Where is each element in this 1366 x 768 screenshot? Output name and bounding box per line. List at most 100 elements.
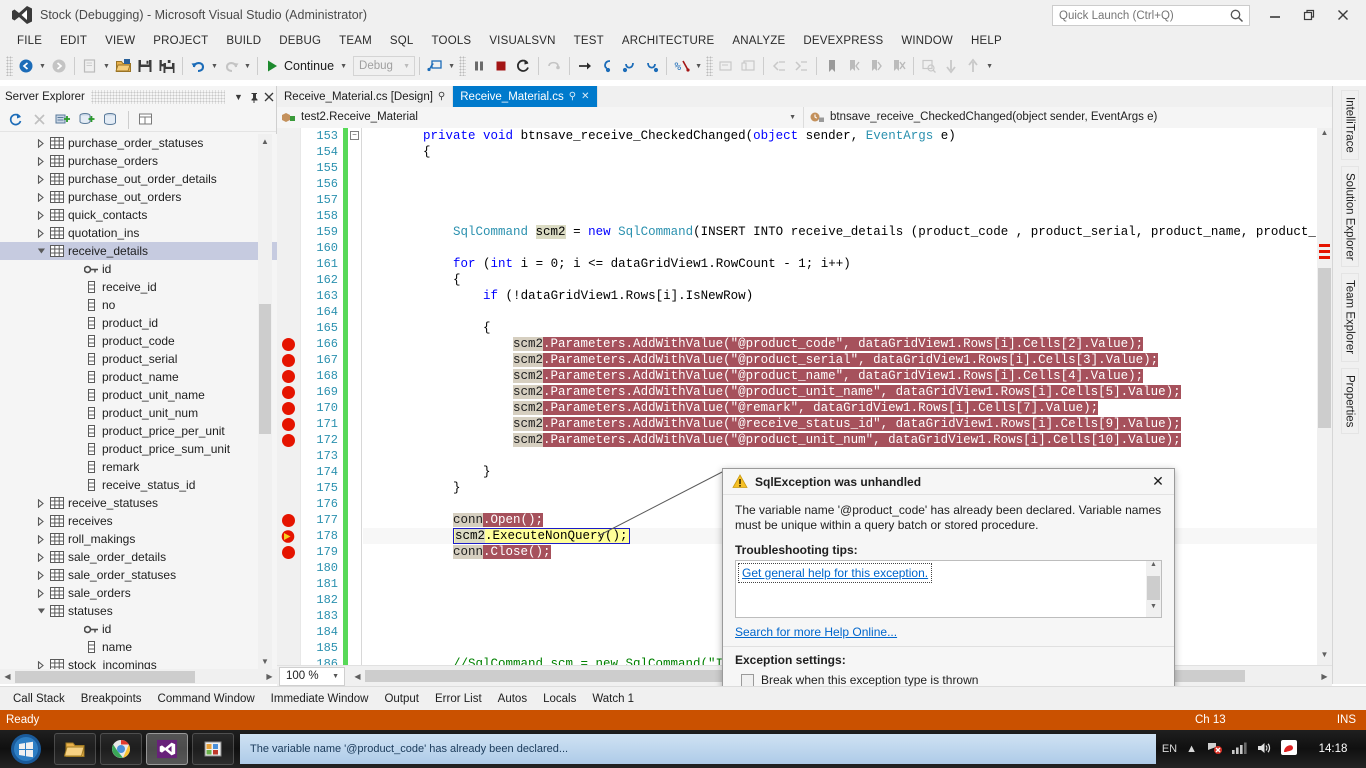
tray-language[interactable]: EN	[1162, 743, 1177, 755]
network-icon[interactable]	[1206, 741, 1222, 758]
type-dropdown[interactable]: test2.Receive_Material ▼	[277, 107, 804, 128]
tree-item[interactable]: purchase_orders	[0, 152, 277, 170]
tray-expand-icon[interactable]: ▲	[1186, 743, 1197, 755]
menu-item-help[interactable]: HELP	[962, 33, 1011, 49]
vertical-tab-intellitrace[interactable]: IntelliTrace	[1341, 90, 1359, 160]
chevron-right-icon[interactable]	[34, 211, 48, 220]
code-line[interactable]: scm2.Parameters.AddWithValue("@receive_s…	[363, 416, 1317, 432]
code-line[interactable]: scm2.Parameters.AddWithValue("@product_u…	[363, 432, 1317, 448]
tree-item[interactable]: sale_orders	[0, 584, 277, 602]
zoom-level-combo[interactable]: 100 % ▼	[279, 667, 345, 686]
tree-item[interactable]: purchase_order_statuses	[0, 134, 277, 152]
code-line[interactable]: scm2.Parameters.AddWithValue("@product_s…	[363, 352, 1317, 368]
server-explorer-vertical-scrollbar[interactable]: ▲ ▼	[258, 134, 272, 669]
chevron-right-icon[interactable]	[34, 535, 48, 544]
chevron-right-icon[interactable]	[34, 589, 48, 598]
chevron-right-icon[interactable]	[34, 499, 48, 508]
code-line[interactable]	[363, 448, 1317, 464]
save-icon[interactable]	[134, 55, 156, 77]
chevron-right-icon[interactable]	[34, 553, 48, 562]
bottom-tab-call-stack[interactable]: Call Stack	[5, 691, 73, 707]
scrollbar-thumb[interactable]	[15, 671, 195, 683]
start-button[interactable]	[2, 731, 50, 767]
vertical-tab-solution-explorer[interactable]: Solution Explorer	[1341, 166, 1359, 268]
chevron-down-icon[interactable]	[34, 607, 48, 615]
menu-item-window[interactable]: WINDOW	[892, 33, 962, 49]
tray-clock[interactable]: 14:18	[1306, 743, 1360, 755]
breakpoint-marker[interactable]	[282, 418, 295, 431]
close-icon[interactable]	[261, 88, 276, 106]
tips-scrollbar[interactable]: ▲ ▼	[1146, 561, 1161, 617]
undo-icon[interactable]	[187, 55, 209, 77]
hex-display-icon[interactable]: %	[671, 55, 693, 77]
search-help-online-link[interactable]: Search for more Help Online...	[723, 618, 1174, 644]
code-line[interactable]: scm2.Parameters.AddWithValue("@product_n…	[363, 368, 1317, 384]
tree-item[interactable]: product_serial	[0, 350, 277, 368]
code-line[interactable]: {	[363, 144, 1317, 160]
tree-item[interactable]: receive_status_id	[0, 476, 277, 494]
panel-menu-icon[interactable]: ▼	[231, 88, 246, 106]
save-all-icon[interactable]	[156, 55, 178, 77]
panel-grip[interactable]	[91, 90, 225, 104]
solution-configuration-combo[interactable]: Debug ▼	[353, 56, 415, 76]
code-line[interactable]: if (!dataGridView1.Rows[i].IsNewRow)	[363, 288, 1317, 304]
server-explorer-horizontal-scrollbar[interactable]: ◀ ▶	[0, 669, 277, 684]
menu-item-debug[interactable]: DEBUG	[270, 33, 330, 49]
breakpoint-marker[interactable]	[282, 434, 295, 447]
hex-dropdown-icon[interactable]: ▼	[693, 55, 704, 77]
toolbar-grip[interactable]	[706, 56, 713, 76]
stop-debugging-icon[interactable]	[490, 55, 512, 77]
code-line[interactable]	[363, 176, 1317, 192]
menu-item-tools[interactable]: TOOLS	[423, 33, 481, 49]
tree-item[interactable]: quotation_ins	[0, 224, 277, 242]
refresh-icon[interactable]	[4, 110, 26, 130]
tree-item[interactable]: receives	[0, 512, 277, 530]
general-help-link[interactable]: Get general help for this exception.	[738, 563, 932, 583]
menu-item-view[interactable]: VIEW	[96, 33, 144, 49]
tree-item[interactable]: purchase_out_order_details	[0, 170, 277, 188]
speaker-icon[interactable]	[1256, 741, 1272, 758]
bottom-tab-autos[interactable]: Autos	[490, 691, 535, 707]
breakpoint-marker[interactable]	[282, 386, 295, 399]
scroll-left-icon[interactable]: ◀	[0, 672, 15, 681]
tree-item[interactable]: product_id	[0, 314, 277, 332]
quick-launch-input[interactable]	[1053, 10, 1228, 22]
code-line[interactable]: scm2.Parameters.AddWithValue("@product_c…	[363, 336, 1317, 352]
tree-item[interactable]: stock_incomings	[0, 656, 277, 669]
step-into-icon[interactable]	[596, 55, 618, 77]
chevron-right-icon[interactable]	[34, 193, 48, 202]
break-all-icon[interactable]	[468, 55, 490, 77]
code-line[interactable]	[363, 208, 1317, 224]
bottom-tab-command-window[interactable]: Command Window	[150, 691, 263, 707]
menu-item-build[interactable]: BUILD	[217, 33, 270, 49]
chevron-right-icon[interactable]	[34, 175, 48, 184]
scroll-down-icon[interactable]: ▼	[1146, 603, 1161, 617]
chevron-right-icon[interactable]	[34, 517, 48, 526]
continue-button[interactable]: Continue	[262, 59, 338, 73]
tree-item[interactable]: id	[0, 260, 277, 278]
code-line[interactable]: for (int i = 0; i <= dataGridView1.RowCo…	[363, 256, 1317, 272]
minimize-button[interactable]	[1258, 1, 1292, 29]
scroll-up-icon[interactable]: ▲	[1146, 561, 1161, 575]
scrollbar-thumb[interactable]	[1318, 268, 1331, 428]
breakpoint-marker[interactable]	[282, 546, 295, 559]
scrollbar-thumb[interactable]	[1147, 576, 1160, 600]
code-line[interactable]: {	[363, 320, 1317, 336]
bottom-tab-watch-1[interactable]: Watch 1	[584, 691, 642, 707]
vertical-tab-properties[interactable]: Properties	[1341, 368, 1359, 434]
menu-item-visualsvn[interactable]: VISUALSVN	[480, 33, 564, 49]
restart-icon[interactable]	[512, 55, 534, 77]
menu-item-sql[interactable]: SQL	[381, 33, 423, 49]
menu-item-test[interactable]: TEST	[565, 33, 613, 49]
scroll-up-icon[interactable]: ▲	[258, 134, 272, 149]
tree-item[interactable]: purchase_out_orders	[0, 188, 277, 206]
chevron-right-icon[interactable]	[34, 661, 48, 670]
editor-tab[interactable]: Receive_Material.cs⚲✕	[453, 86, 597, 107]
tree-item[interactable]: receive_id	[0, 278, 277, 296]
tree-item[interactable]: product_unit_num	[0, 404, 277, 422]
new-project-dropdown-icon[interactable]: ▼	[101, 55, 112, 77]
tree-item[interactable]: remark	[0, 458, 277, 476]
editor-tab[interactable]: Receive_Material.cs [Design]⚲	[277, 86, 453, 107]
bottom-tab-output[interactable]: Output	[376, 691, 427, 707]
tree-item[interactable]: receive_statuses	[0, 494, 277, 512]
